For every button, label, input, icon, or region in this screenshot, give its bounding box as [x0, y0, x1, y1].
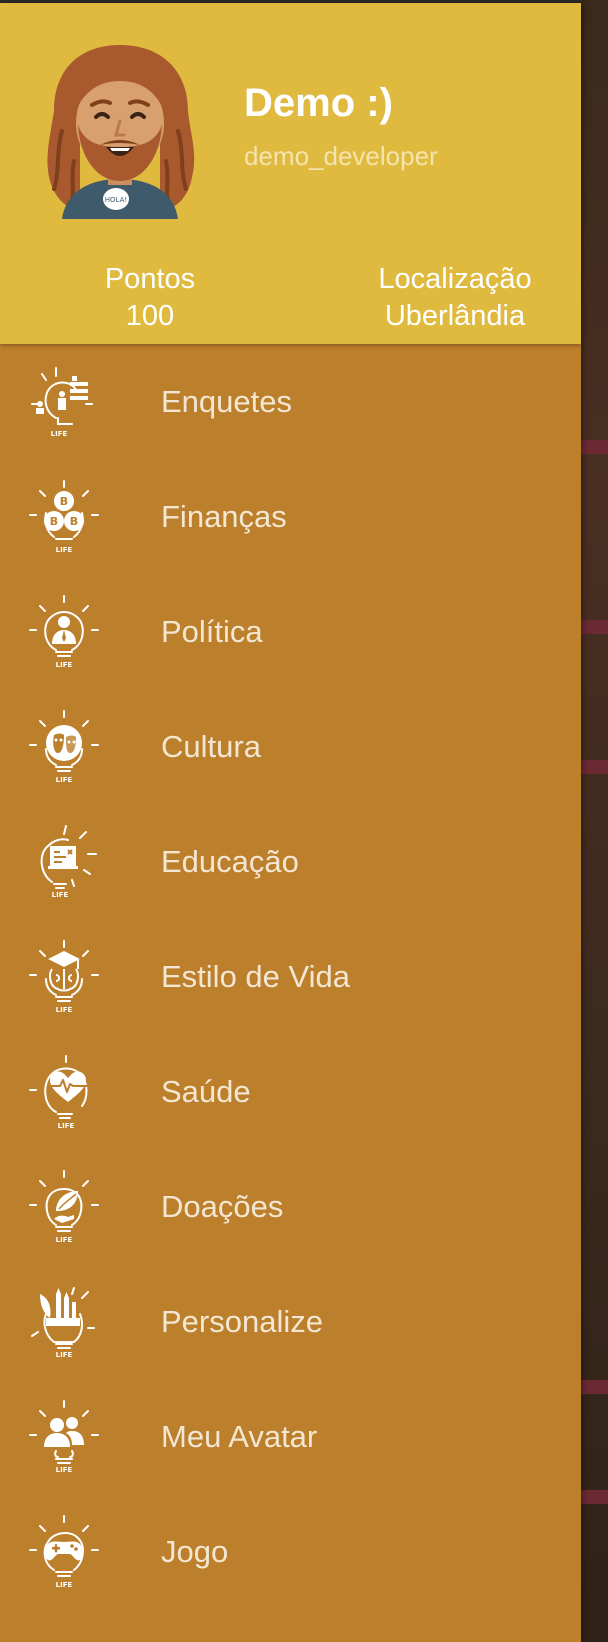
svg-text:LIFE: LIFE	[52, 891, 69, 899]
background-edge-stripe	[581, 620, 608, 634]
user-avatar[interactable]: HOLA!	[40, 41, 200, 221]
svg-text:LIFE: LIFE	[58, 1122, 75, 1130]
menu-label-jogo: Jogo	[161, 1533, 229, 1569]
navigation-drawer: HOLA! Demo :) demo_developer Pontos 100 …	[0, 3, 581, 1642]
svg-text:LIFE: LIFE	[56, 546, 73, 554]
svg-text:B: B	[70, 515, 78, 528]
theater-masks-bulb-icon: LIFE	[29, 709, 99, 784]
svg-text:LIFE: LIFE	[56, 1581, 73, 1589]
menu-label-educacao: Educação	[161, 843, 299, 879]
heartbeat-bulb-icon: LIFE	[29, 1054, 88, 1130]
menu-label-estilo-de-vida: Estilo de Vida	[161, 958, 350, 994]
menu-item-doacoes[interactable]: LIFE Doações	[0, 1149, 581, 1264]
drawer-menu: LIFE Enquetes B B B LIFE Finanças LIFE P…	[0, 344, 581, 1609]
menu-item-enquetes[interactable]: LIFE Enquetes	[0, 344, 581, 459]
profile-name: Demo :)	[244, 81, 393, 125]
menu-label-financas: Finanças	[161, 498, 287, 534]
background-edge-stripe	[581, 760, 608, 774]
points-stat: Pontos 100	[70, 261, 230, 335]
svg-text:B: B	[50, 515, 58, 528]
graduation-brain-bulb-icon: LIFE	[29, 939, 99, 1014]
app-screen: HOLA! Demo :) demo_developer Pontos 100 …	[0, 0, 608, 1642]
svg-text:B: B	[60, 495, 68, 508]
svg-text:LIFE: LIFE	[56, 1351, 73, 1359]
svg-text:LIFE: LIFE	[56, 1006, 73, 1014]
politician-bulb-icon: LIFE	[29, 594, 99, 669]
menu-item-personalize[interactable]: LIFE Personalize	[0, 1264, 581, 1379]
background-edge-stripe	[581, 1380, 608, 1394]
users-bulb-icon: LIFE	[29, 1399, 99, 1474]
menu-item-educacao[interactable]: LIFE Educação	[0, 804, 581, 919]
menu-item-financas[interactable]: B B B LIFE Finanças	[0, 459, 581, 574]
location-stat: Localização Uberlândia	[350, 261, 560, 335]
background-app-edge[interactable]	[581, 0, 608, 1642]
pencils-bulb-icon: LIFE	[31, 1286, 95, 1359]
menu-label-saude: Saúde	[161, 1073, 251, 1109]
svg-text:LIFE: LIFE	[56, 1236, 73, 1244]
menu-label-meu-avatar: Meu Avatar	[161, 1418, 318, 1454]
menu-label-doacoes: Doações	[161, 1188, 284, 1224]
drawer-header: HOLA! Demo :) demo_developer Pontos 100 …	[0, 3, 581, 344]
menu-item-jogo[interactable]: LIFE Jogo	[0, 1494, 581, 1609]
svg-text:LIFE: LIFE	[56, 1466, 73, 1474]
menu-label-personalize: Personalize	[161, 1303, 323, 1339]
location-value: Uberlândia	[384, 300, 526, 332]
profile-username: demo_developer	[244, 141, 438, 171]
poll-bulb-icon: LIFE	[31, 366, 93, 438]
svg-text:LIFE: LIFE	[56, 661, 73, 669]
menu-item-meu-avatar[interactable]: LIFE Meu Avatar	[0, 1379, 581, 1494]
menu-item-saude[interactable]: LIFE Saúde	[0, 1034, 581, 1149]
menu-label-politica: Política	[161, 613, 263, 649]
svg-text:LIFE: LIFE	[51, 430, 68, 438]
menu-item-cultura[interactable]: LIFE Cultura	[0, 689, 581, 804]
points-label: Pontos	[104, 263, 196, 295]
menu-label-enquetes: Enquetes	[161, 383, 292, 419]
points-value: 100	[125, 300, 175, 332]
chalkboard-bulb-icon: LIFE	[40, 824, 97, 899]
hand-leaf-bulb-icon: LIFE	[29, 1169, 99, 1244]
menu-item-politica[interactable]: LIFE Política	[0, 574, 581, 689]
location-label: Localização	[378, 263, 532, 295]
menu-label-cultura: Cultura	[161, 728, 261, 764]
avatar-badge-text: HOLA!	[105, 196, 127, 204]
gamepad-bulb-icon: LIFE	[29, 1514, 99, 1589]
menu-item-estilo-de-vida[interactable]: LIFE Estilo de Vida	[0, 919, 581, 1034]
bitcoin-bulb-icon: B B B LIFE	[29, 479, 99, 554]
background-edge-stripe	[581, 440, 608, 454]
svg-text:LIFE: LIFE	[56, 776, 73, 784]
background-edge-stripe	[581, 1490, 608, 1504]
